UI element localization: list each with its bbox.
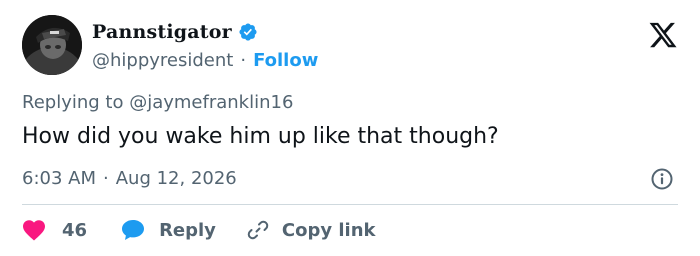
replying-to: Replying to @jaymefranklin16 [22, 92, 293, 113]
link-icon [247, 220, 269, 240]
reply-label: Reply [159, 219, 216, 241]
author-name-row: Pannstigator [92, 18, 258, 46]
like-button[interactable]: 46 [22, 219, 87, 241]
author-display-name[interactable]: Pannstigator [92, 21, 232, 43]
copy-link-button[interactable]: Copy link [246, 218, 376, 242]
divider [22, 204, 678, 205]
verified-badge-icon [239, 23, 257, 41]
heart-icon [23, 220, 45, 241]
tweet-timestamp[interactable]: 6:03 AM · Aug 12, 2026 [22, 166, 237, 190]
replying-to-prefix: Replying to [22, 92, 124, 113]
copy-link-label: Copy link [281, 219, 376, 241]
avatar[interactable] [22, 15, 82, 75]
author-handle-row: @hippyresident · Follow [92, 48, 318, 72]
tweet-date: Aug 12, 2026 [115, 167, 237, 189]
tweet-text: How did you wake him up like that though… [22, 124, 499, 149]
info-icon[interactable] [650, 167, 674, 191]
follow-button[interactable]: Follow [253, 50, 318, 71]
author-handle[interactable]: @hippyresident [92, 50, 233, 71]
reply-button[interactable]: Reply [121, 219, 216, 241]
x-logo-icon[interactable] [648, 20, 678, 50]
timestamp-separator: · [103, 167, 109, 189]
speech-bubble-icon [122, 220, 145, 240]
tweet-time: 6:03 AM [22, 167, 96, 189]
avatar-image [22, 15, 82, 75]
replying-to-mention[interactable]: @jaymefranklin16 [129, 92, 293, 113]
like-count: 46 [62, 219, 88, 241]
separator-dot: · [240, 49, 247, 71]
action-bar: 46 Reply Copy link [22, 216, 376, 244]
